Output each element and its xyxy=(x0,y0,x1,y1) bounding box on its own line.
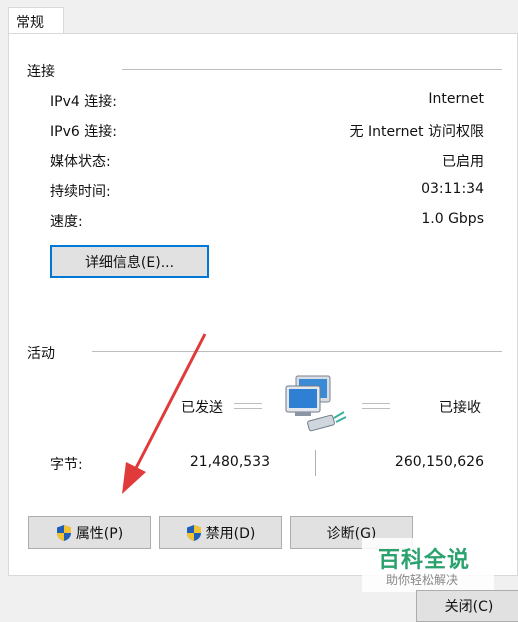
bytes-received-value: 260,150,626 xyxy=(394,454,484,470)
properties-panel xyxy=(8,33,518,576)
disable-button-label: 禁用(D) xyxy=(205,525,256,542)
bytes-sent-value: 21,480,533 xyxy=(189,454,270,470)
watermark: 百科全说 助你轻松解决 xyxy=(362,538,494,592)
speed-value: 1.0 Gbps xyxy=(421,211,484,227)
properties-button-label: 属性(P) xyxy=(75,525,124,542)
ipv4-value: Internet xyxy=(428,91,484,107)
media-state-label: 媒体状态: xyxy=(50,154,111,170)
bytes-label: 字节: xyxy=(50,457,83,473)
uac-shield-icon xyxy=(186,524,201,541)
activity-divider xyxy=(92,351,502,352)
ipv6-label: IPv6 连接: xyxy=(50,124,117,140)
uac-shield-icon xyxy=(56,524,71,541)
watermark-subtitle: 助你轻松解决 xyxy=(386,573,459,587)
duration-label: 持续时间: xyxy=(50,184,111,200)
media-state-value: 已启用 xyxy=(442,154,484,170)
speed-label: 速度: xyxy=(50,214,83,230)
received-label: 已接收 xyxy=(439,400,481,416)
details-button[interactable]: 详细信息(E)... xyxy=(50,245,209,278)
close-button[interactable]: 关闭(C) xyxy=(416,590,518,622)
connection-divider xyxy=(122,69,502,70)
tab-general[interactable]: 常规 xyxy=(8,7,64,34)
ipv4-label: IPv4 连接: xyxy=(50,94,117,110)
sent-label: 已发送 xyxy=(181,400,223,416)
connection-group-title: 连接 xyxy=(27,64,55,80)
activity-group-title: 活动 xyxy=(27,346,55,362)
disable-button[interactable]: 禁用(D) xyxy=(159,516,282,549)
watermark-title: 百科全说 xyxy=(378,548,471,573)
bytes-divider xyxy=(315,450,316,476)
ipv6-value: 无 Internet 访问权限 xyxy=(349,124,485,140)
received-line xyxy=(362,403,390,409)
duration-value: 03:11:34 xyxy=(421,181,484,197)
properties-button[interactable]: 属性(P) xyxy=(28,516,151,549)
sent-line xyxy=(234,403,262,409)
network-computers-icon xyxy=(285,375,347,432)
